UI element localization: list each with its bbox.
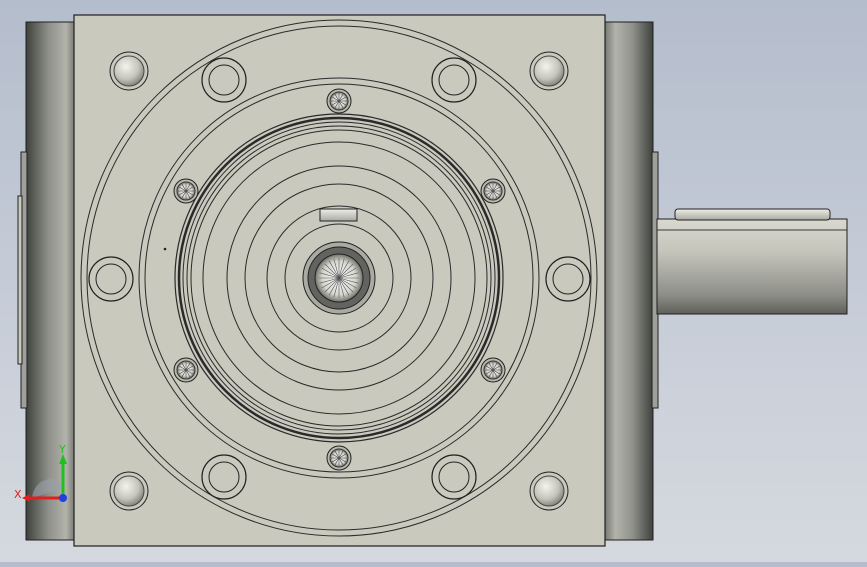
shaft-key <box>674 208 831 221</box>
flange-hole <box>201 454 247 500</box>
graphics-viewport[interactable] <box>0 0 867 562</box>
coordinate-triad: Y X <box>14 443 67 502</box>
right-housing-side <box>602 21 659 541</box>
input-shaft <box>656 208 848 315</box>
flange-hole <box>201 57 247 103</box>
triad-plane <box>32 478 64 498</box>
flange-hole <box>431 454 477 500</box>
socket-screw <box>173 357 199 383</box>
x-axis-arrow <box>22 494 30 502</box>
corner-bolt <box>529 51 569 91</box>
z-axis <box>59 494 67 502</box>
model-view[interactable] <box>0 0 867 562</box>
corner-bolt <box>529 471 569 511</box>
corner-bolt <box>109 471 149 511</box>
flange-hole <box>431 57 477 103</box>
x-axis-label: X <box>14 488 22 501</box>
socket-screw <box>173 178 199 204</box>
flange-hole <box>88 256 134 302</box>
socket-screw <box>326 88 352 114</box>
socket-screw <box>326 445 352 471</box>
y-axis-label: Y <box>58 443 66 456</box>
flange-hole <box>545 256 591 302</box>
socket-screw <box>480 178 506 204</box>
socket-screw <box>480 357 506 383</box>
corner-bolt <box>109 51 149 91</box>
center-mark <box>163 247 167 251</box>
